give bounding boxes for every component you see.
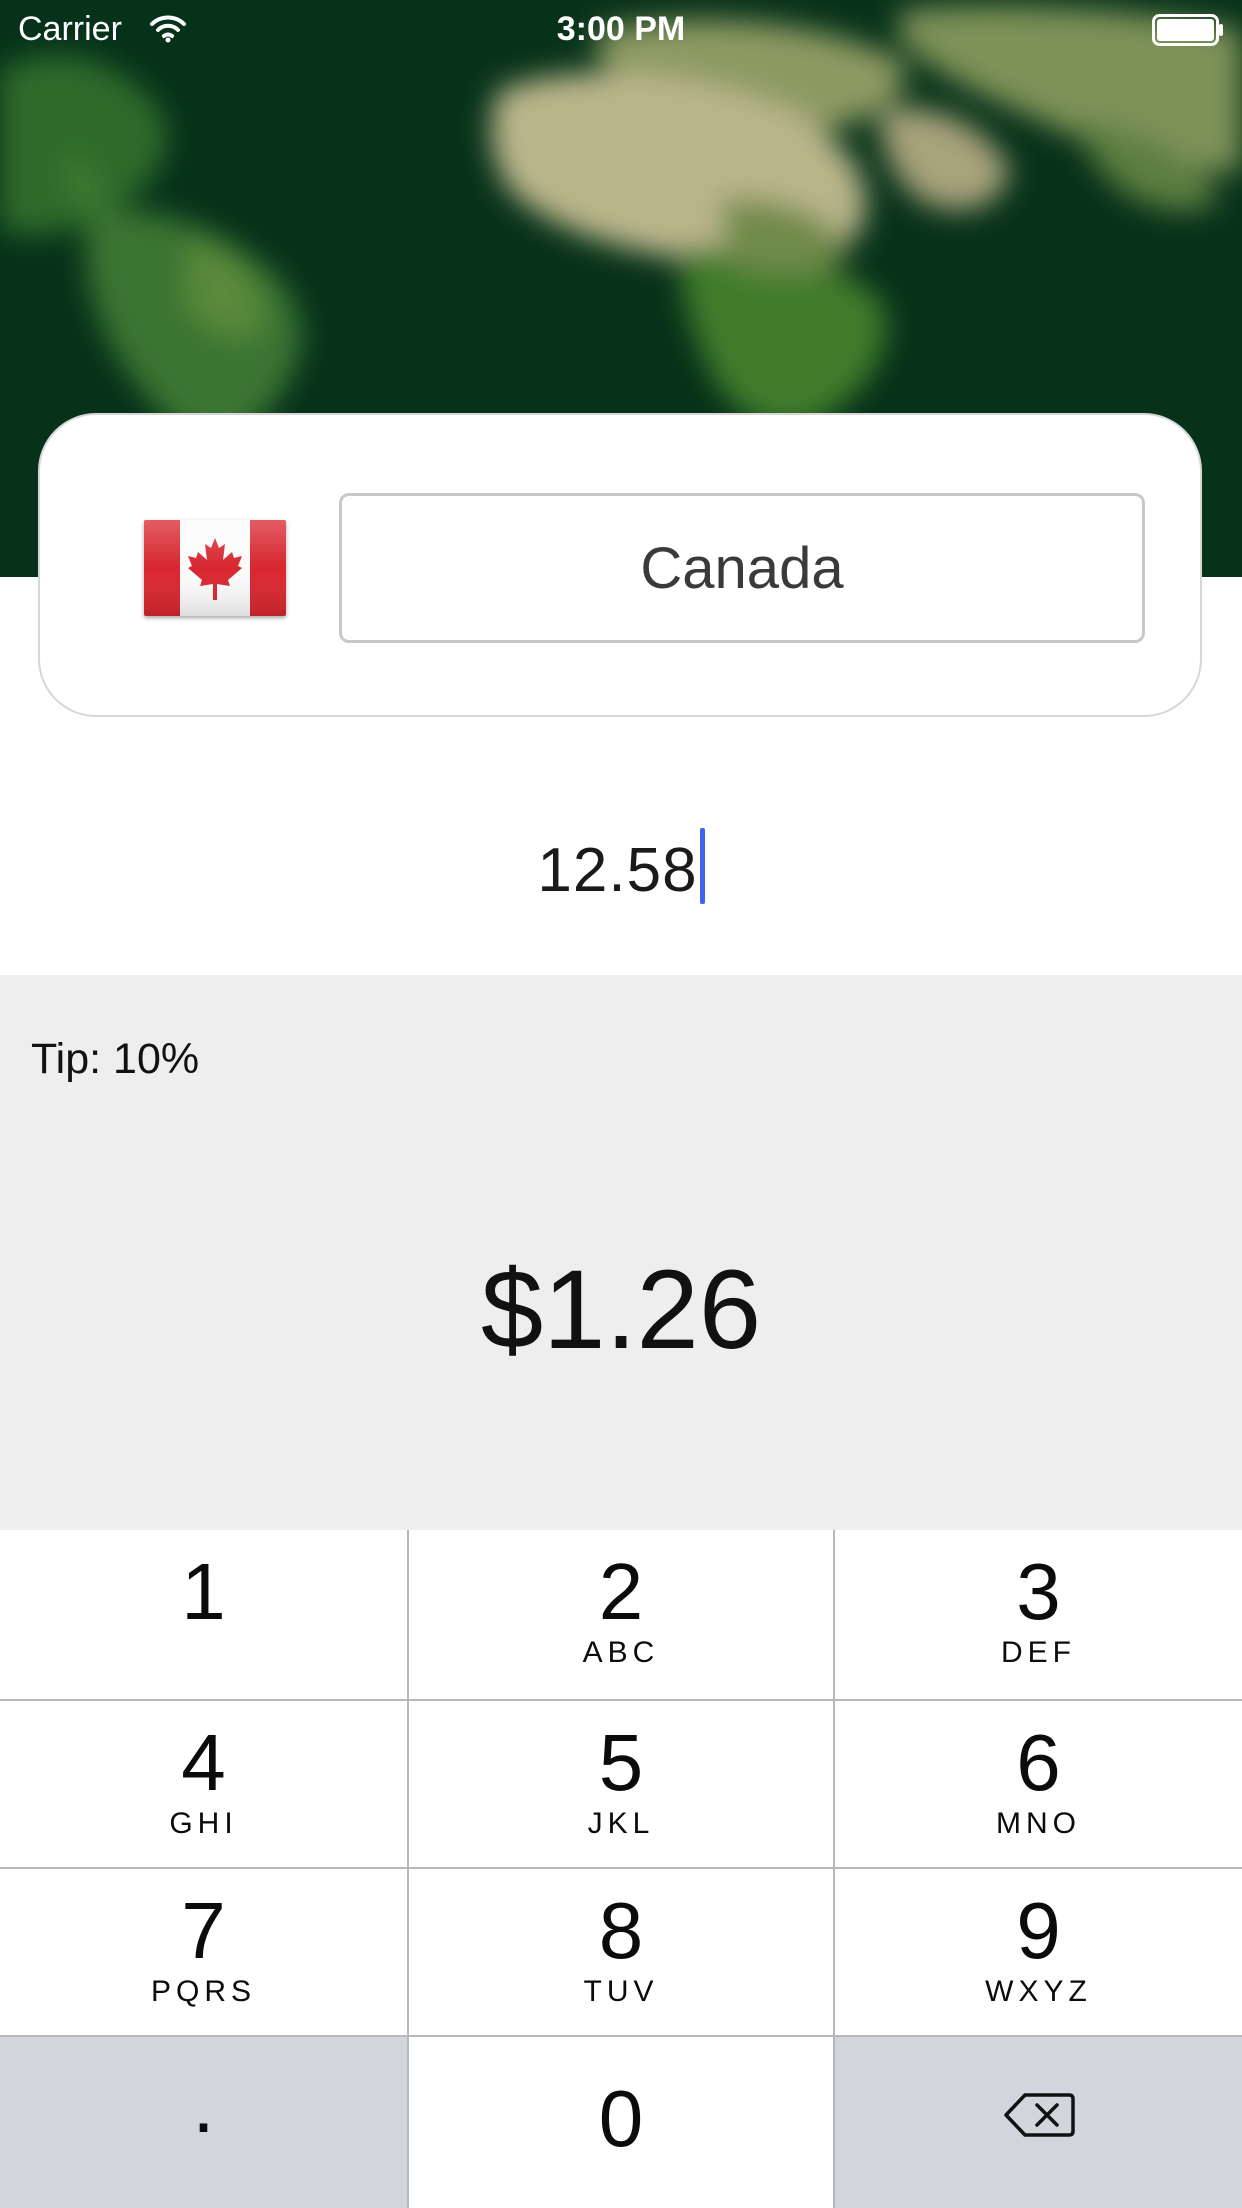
key-2[interactable]: 2 ABC bbox=[409, 1530, 833, 1699]
key-digit: 2 bbox=[598, 1547, 644, 1636]
bill-amount-row[interactable]: 12.58 bbox=[0, 820, 1242, 920]
key-letters: GHI bbox=[169, 1807, 238, 1840]
key-digit: 5 bbox=[598, 1718, 644, 1807]
key-3[interactable]: 3 DEF bbox=[835, 1530, 1242, 1699]
key-digit: 3 bbox=[1016, 1547, 1061, 1636]
key-1[interactable]: 1 bbox=[0, 1530, 407, 1699]
battery-icon bbox=[1152, 14, 1223, 46]
canada-flag-icon[interactable] bbox=[144, 520, 286, 616]
country-name: Canada bbox=[640, 535, 844, 601]
country-field[interactable]: Canada bbox=[339, 493, 1145, 643]
key-digit: 1 bbox=[181, 1547, 226, 1636]
keypad-divider bbox=[0, 1867, 1242, 1869]
key-digit: 0 bbox=[598, 2074, 644, 2163]
key-8[interactable]: 8 TUV bbox=[409, 1869, 833, 2035]
key-digit: 4 bbox=[181, 1718, 226, 1807]
key-letters: WXYZ bbox=[985, 1975, 1092, 2008]
bill-amount-input[interactable]: 12.58 bbox=[537, 835, 697, 906]
key-letters: ABC bbox=[582, 1636, 660, 1669]
status-bar: Carrier 3:00 PM bbox=[0, 0, 1242, 60]
keypad-divider bbox=[0, 1699, 1242, 1701]
key-digit: 9 bbox=[1016, 1886, 1061, 1975]
key-letters: PQRS bbox=[150, 1975, 257, 2008]
text-cursor bbox=[699, 828, 705, 904]
key-5[interactable]: 5 JKL bbox=[409, 1701, 833, 1867]
tip-panel: Tip: 10% $1.26 bbox=[0, 975, 1242, 1530]
key-7[interactable]: 7 PQRS bbox=[0, 1869, 407, 2035]
keypad-divider bbox=[407, 1530, 409, 2208]
country-selector-card: Canada bbox=[38, 413, 1202, 717]
key-4[interactable]: 4 GHI bbox=[0, 1701, 407, 1867]
key-digit: 8 bbox=[598, 1886, 644, 1975]
key-0[interactable]: 0 bbox=[409, 2037, 833, 2208]
key-letters: DEF bbox=[1001, 1636, 1076, 1669]
tip-percentage-label: Tip: 10% bbox=[31, 1035, 200, 1083]
delete-key[interactable] bbox=[835, 2037, 1242, 2208]
key-6[interactable]: 6 MNO bbox=[835, 1701, 1242, 1867]
key-letters: TUV bbox=[583, 1975, 659, 2008]
status-time: 3:00 PM bbox=[556, 10, 686, 48]
backspace-icon bbox=[1003, 2093, 1075, 2137]
key-digit: 6 bbox=[1016, 1718, 1061, 1807]
key-letters: JKL bbox=[587, 1807, 655, 1840]
decimal-key[interactable]: . bbox=[0, 2037, 407, 2208]
tip-amount: $1.26 bbox=[480, 1247, 762, 1372]
numeric-keypad: 1 2 ABC 3 DEF 4 GHI 5 JKL 6 MNO 7 PQRS 8… bbox=[0, 1530, 1242, 2208]
key-digit: 7 bbox=[181, 1886, 226, 1975]
key-9[interactable]: 9 WXYZ bbox=[835, 1869, 1242, 2035]
key-letters: MNO bbox=[996, 1807, 1081, 1840]
keypad-divider bbox=[833, 1530, 835, 2208]
keypad-divider bbox=[0, 2035, 1242, 2037]
decimal-point: . bbox=[192, 2060, 215, 2149]
